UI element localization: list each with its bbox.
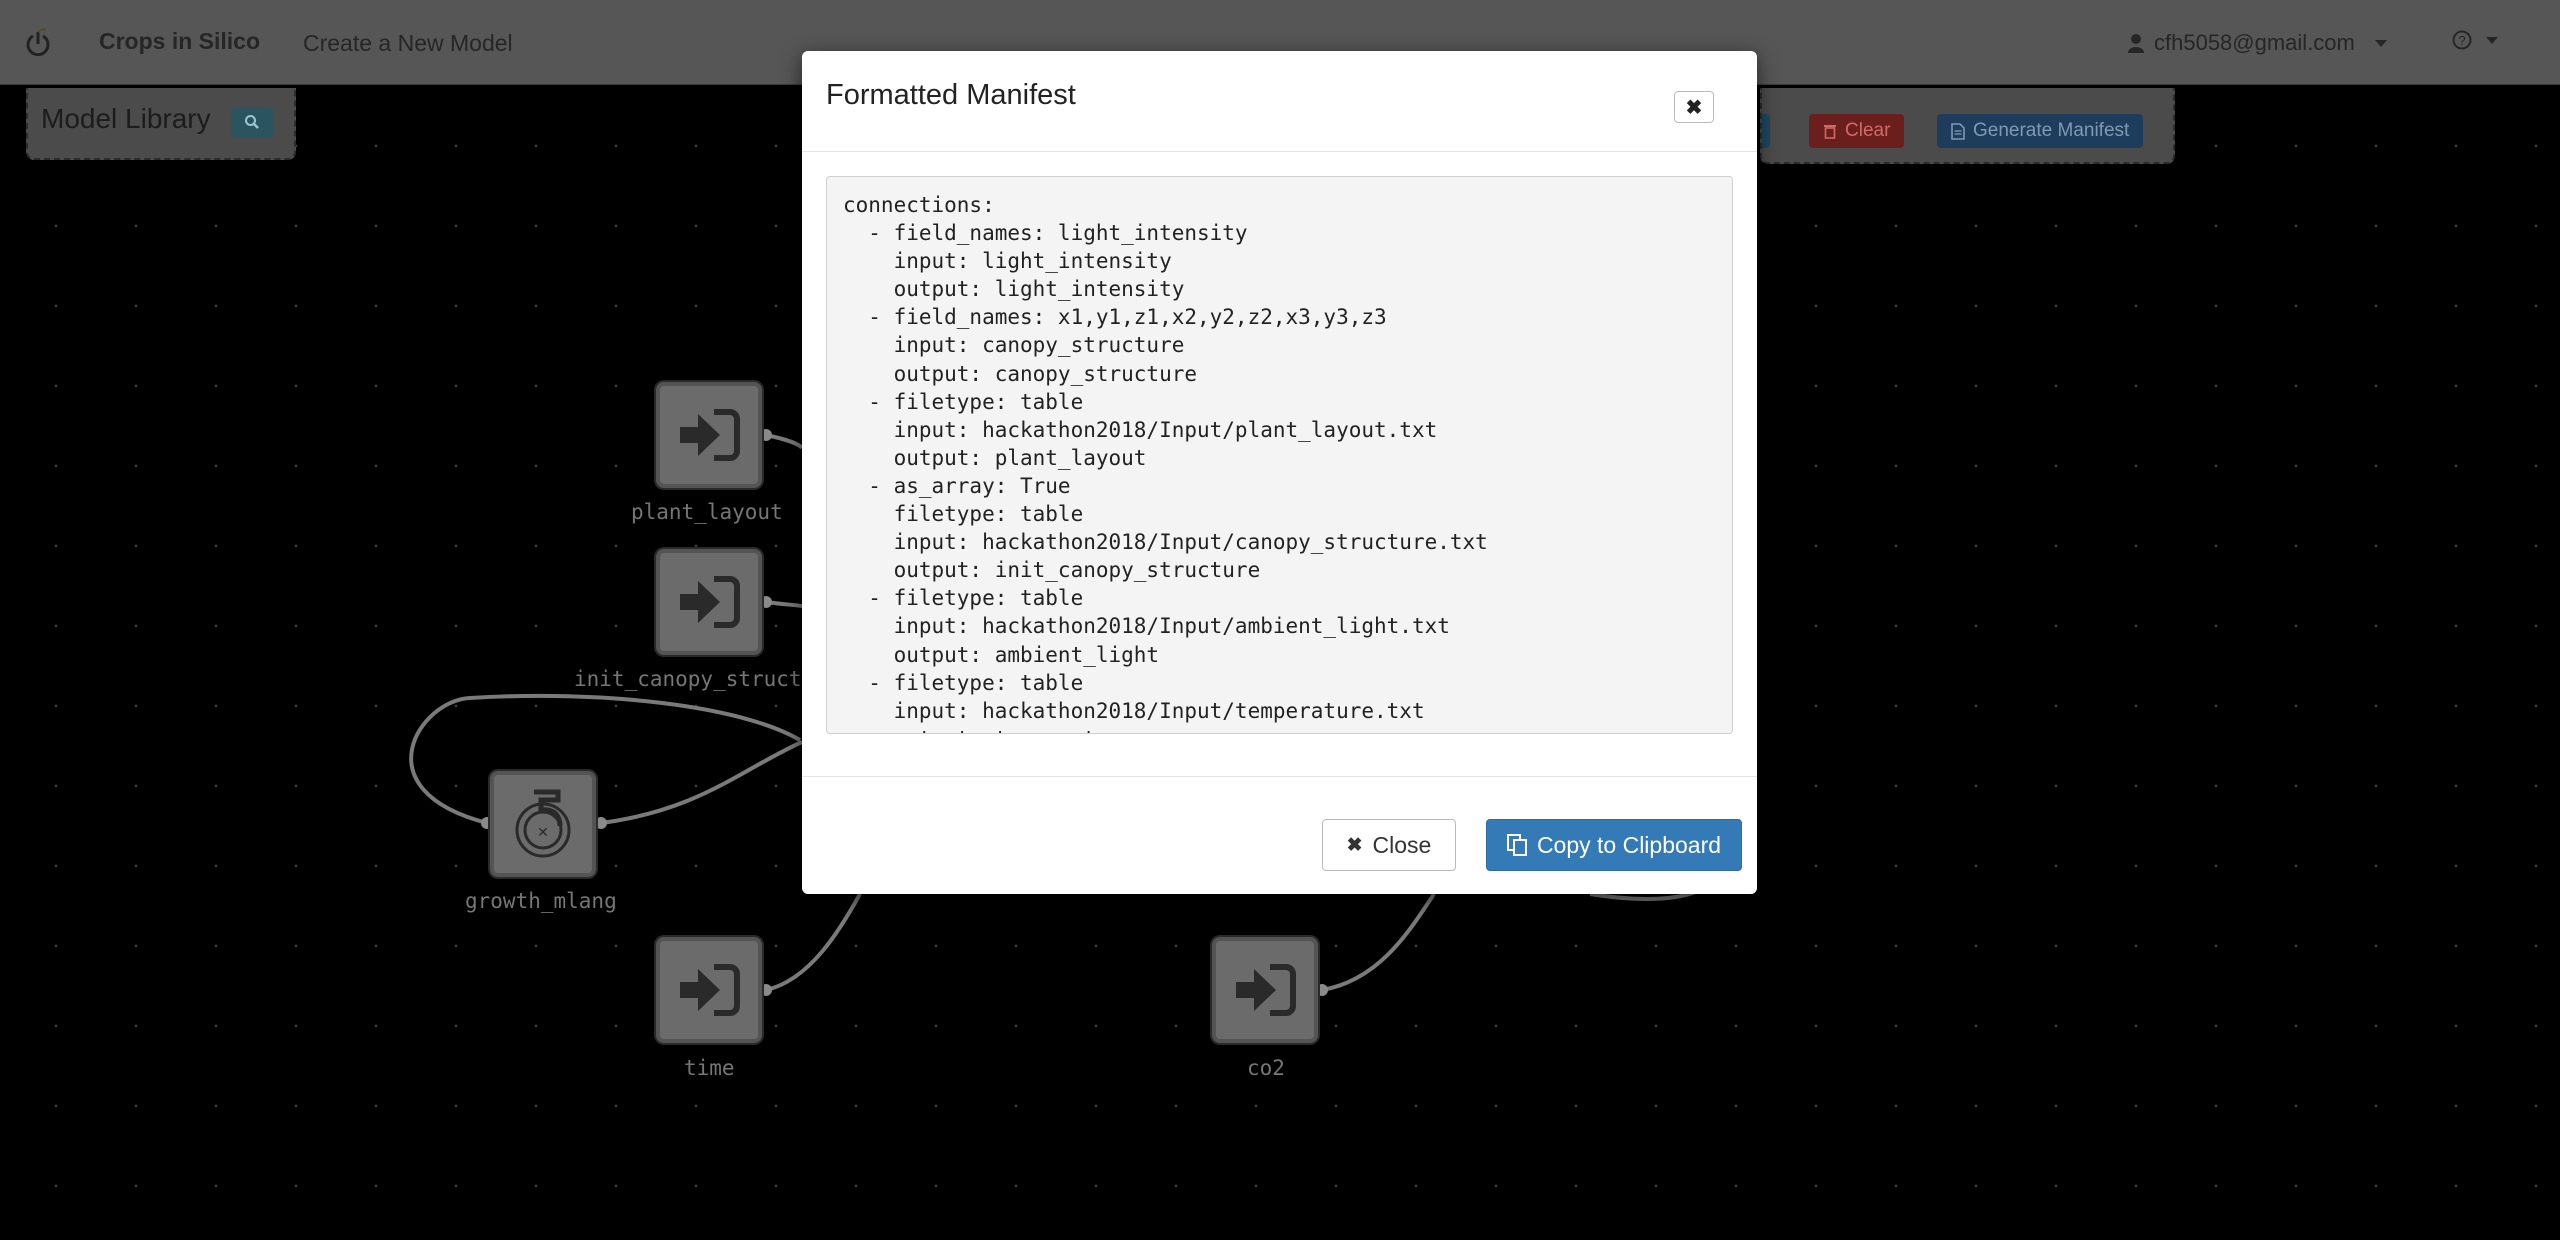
generate-manifest-button[interactable]: Generate Manifest [1937, 114, 2144, 148]
growth-model-icon: ✕ [515, 789, 571, 858]
modal-close-x-button[interactable]: ✖ [1674, 91, 1714, 123]
node-label-growth-mlang: growth_mlang [465, 889, 617, 913]
clear-button[interactable]: Clear [1809, 114, 1905, 148]
node-growth-mlang[interactable]: ✕ [490, 771, 596, 877]
model-library-title: Model Library [41, 103, 211, 134]
generate-manifest-label: Generate Manifest [1973, 120, 2130, 141]
formatted-manifest-modal: Formatted Manifest ✖ connections: - fiel… [802, 51, 1757, 894]
library-search-button[interactable] [231, 107, 273, 137]
close-label: Close [1372, 831, 1432, 858]
node-label-time: time [684, 1056, 735, 1080]
svg-text:?: ? [2458, 33, 2465, 48]
copy-label: Copy to Clipboard [1536, 831, 1722, 858]
node-plant-layout[interactable] [656, 382, 762, 488]
modal-footer: ✖ Close Copy to Clipboard [802, 776, 1757, 895]
hidden-toolbar-button[interactable] [1762, 114, 1770, 148]
sign-in-icon [680, 964, 740, 1016]
node-init-canopy-structure[interactable] [656, 549, 762, 655]
model-library-panel: Model Library [26, 88, 296, 160]
brand-link[interactable]: Crops in Silico [99, 28, 260, 55]
manifest-text[interactable]: connections: - field_names: light_intens… [826, 176, 1733, 734]
close-icon: ✖ [1685, 96, 1703, 119]
svg-text:✕: ✕ [537, 825, 549, 841]
file-icon [1951, 122, 1965, 140]
node-label-init-canopy-structure: init_canopy_struct [574, 667, 802, 691]
user-menu[interactable]: cfh5058@gmail.com [2128, 30, 2387, 56]
node-co2[interactable] [1212, 937, 1318, 1043]
help-menu[interactable]: ? [2452, 30, 2498, 50]
modal-header: Formatted Manifest ✖ [802, 51, 1757, 152]
chevron-down-icon [2374, 39, 2387, 47]
search-icon [245, 115, 259, 129]
canvas-toolbar: Clear Generate Manifest [1760, 88, 2175, 164]
sign-in-icon [1236, 964, 1296, 1016]
question-circle-icon: ? [2452, 30, 2472, 50]
modal-title: Formatted Manifest [826, 79, 1076, 111]
clear-label: Clear [1845, 120, 1891, 141]
clipboard-icon [1506, 834, 1527, 856]
close-button[interactable]: ✖ Close [1322, 819, 1456, 871]
power-logo-icon[interactable] [24, 28, 52, 58]
user-icon [2128, 34, 2144, 53]
create-model-link[interactable]: Create a New Model [303, 30, 513, 57]
node-label-plant-layout: plant_layout [631, 500, 783, 524]
close-icon: ✖ [1346, 834, 1363, 856]
node-time[interactable] [656, 937, 762, 1043]
copy-to-clipboard-button[interactable]: Copy to Clipboard [1486, 819, 1742, 871]
trash-icon [1824, 125, 1836, 139]
sign-in-icon [680, 576, 740, 628]
sign-in-icon [680, 409, 740, 461]
node-label-co2: co2 [1247, 1056, 1285, 1080]
chevron-down-icon [2486, 36, 2498, 44]
user-email: cfh5058@gmail.com [2154, 30, 2355, 55]
